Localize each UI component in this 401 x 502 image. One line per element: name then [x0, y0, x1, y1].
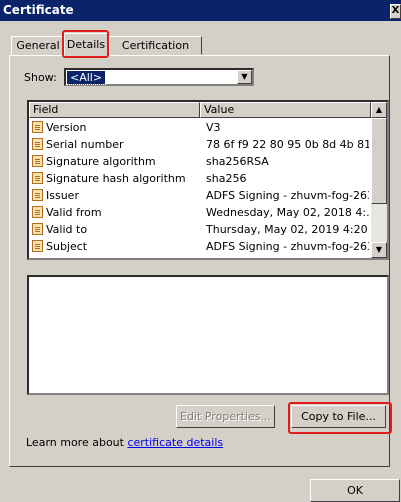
field-name: Subject: [46, 240, 88, 253]
scroll-thumb[interactable]: [371, 118, 387, 204]
show-selected-value: <All>: [65, 70, 107, 85]
list-item[interactable]: Signature algorithm sha256RSA: [29, 154, 371, 169]
field-name: Valid to: [46, 223, 88, 236]
title-bar: Certificate X: [0, 0, 401, 21]
certificate-field-icon: [32, 189, 43, 201]
tab-general-label: General: [16, 39, 60, 52]
list-item[interactable]: Signature hash algorithm sha256: [29, 171, 371, 186]
field-name: Serial number: [46, 138, 124, 151]
chevron-down-icon: ▼: [241, 72, 248, 81]
certificate-details-link[interactable]: certificate details: [127, 436, 223, 449]
tab-details-label: Details: [66, 38, 106, 51]
show-label: Show:: [24, 71, 57, 84]
field-name: Issuer: [46, 189, 79, 202]
field-value: sha256RSA: [206, 155, 269, 168]
certificate-field-icon: [32, 172, 43, 184]
list-item[interactable]: Issuer ADFS Signing - zhuvm-fog-263...: [29, 188, 371, 203]
field-value: 78 6f f9 22 80 95 0b 8d 4b 81 ...: [206, 138, 369, 151]
certificate-field-icon: [32, 121, 43, 133]
field-value: ADFS Signing - zhuvm-fog-263...: [206, 189, 369, 202]
field-value: V3: [206, 121, 221, 134]
list-item[interactable]: Serial number 78 6f f9 22 80 95 0b 8d 4b…: [29, 137, 371, 152]
ok-button[interactable]: OK: [310, 479, 400, 502]
list-scrollbar[interactable]: ▲ ▼: [371, 102, 387, 258]
tab-certification-path[interactable]: Certification Path: [109, 36, 202, 70]
field-name: Valid from: [46, 206, 102, 219]
scroll-down-button[interactable]: ▼: [371, 242, 387, 258]
list-item[interactable]: Valid to Thursday, May 02, 2019 4:20:...: [29, 222, 371, 237]
field-name: Signature algorithm: [46, 155, 156, 168]
field-value: sha256: [206, 172, 247, 185]
field-name: Signature hash algorithm: [46, 172, 186, 185]
tab-details[interactable]: Details: [64, 33, 108, 56]
close-icon: X: [391, 5, 400, 16]
fields-list[interactable]: Field Value Version V3 Serial number 78 …: [27, 100, 389, 260]
field-value: ADFS Signing - zhuvm-fog-263...: [206, 240, 369, 253]
tab-general[interactable]: General: [11, 36, 65, 55]
list-header: Field Value: [29, 102, 371, 118]
field-detail-box[interactable]: [27, 275, 389, 395]
certificate-field-icon: [32, 206, 43, 218]
dropdown-arrow-button[interactable]: ▼: [237, 70, 252, 84]
list-item[interactable]: Version V3: [29, 120, 371, 135]
chevron-down-icon: ▼: [375, 245, 383, 254]
chevron-up-icon: ▲: [375, 105, 383, 114]
window-title: Certificate: [3, 3, 74, 17]
learn-more-text: Learn more about certificate details: [26, 436, 224, 449]
show-dropdown[interactable]: <All> ▼: [64, 68, 254, 86]
edit-properties-button[interactable]: Edit Properties...: [176, 405, 275, 428]
field-name: Version: [46, 121, 87, 134]
certificate-field-icon: [32, 138, 43, 150]
field-value: Wednesday, May 02, 2018 4:...: [206, 206, 369, 219]
list-item[interactable]: Valid from Wednesday, May 02, 2018 4:...: [29, 205, 371, 220]
close-button[interactable]: X: [390, 4, 401, 19]
certificate-field-icon: [32, 223, 43, 235]
certificate-field-icon: [32, 240, 43, 252]
scroll-up-button[interactable]: ▲: [371, 102, 387, 118]
column-header-value[interactable]: Value: [200, 102, 371, 118]
copy-to-file-button[interactable]: Copy to File...: [291, 405, 386, 428]
list-item[interactable]: Subject ADFS Signing - zhuvm-fog-263...: [29, 239, 371, 254]
field-value: Thursday, May 02, 2019 4:20:...: [206, 223, 369, 236]
certificate-field-icon: [32, 155, 43, 167]
column-header-field[interactable]: Field: [29, 102, 200, 118]
